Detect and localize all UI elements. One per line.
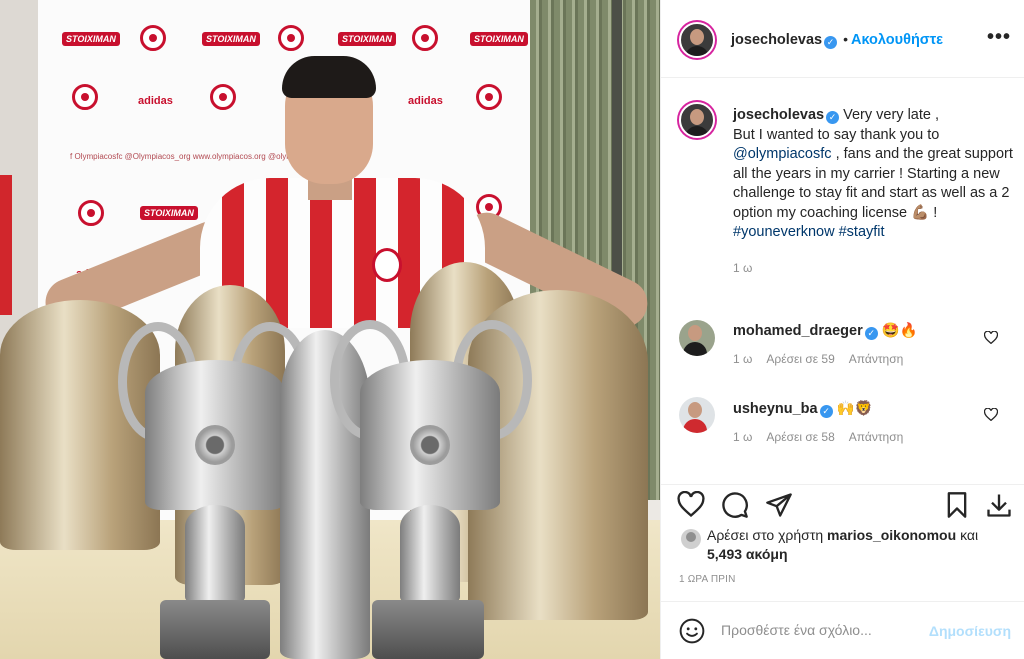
- action-bar: [661, 484, 1024, 524]
- comment-time[interactable]: 1 ω: [733, 430, 752, 444]
- comment-username[interactable]: mohamed_draeger: [733, 323, 863, 339]
- liker-username[interactable]: marios_oikonomou: [827, 527, 956, 543]
- sponsor-logo: STOIXIMAN: [62, 32, 120, 46]
- add-comment-bar: Δημοσίευση: [661, 601, 1024, 659]
- caption-mention-link[interactable]: @olympiacosfc: [733, 146, 832, 162]
- verified-badge-icon: ✓: [824, 36, 838, 49]
- caption-time[interactable]: 1 ω: [733, 259, 1013, 279]
- post-comment-button[interactable]: Δημοσίευση: [929, 623, 1011, 639]
- sponsor-logo: STOIXIMAN: [470, 32, 528, 46]
- caption-text: !: [933, 204, 938, 221]
- sponsor-logo: STOIXIMAN: [140, 206, 198, 220]
- comment-bubble-icon[interactable]: [721, 491, 749, 519]
- club-crest-logo: [278, 25, 304, 51]
- red-strip: [0, 175, 12, 315]
- post-header: josecholevas ✓ • Ακολουθήστε •••: [661, 0, 1024, 78]
- trophy-medal: [410, 425, 450, 465]
- adidas-logo: adidas: [138, 95, 173, 107]
- comment-text: 🙌🦁: [836, 401, 873, 417]
- comment-likes[interactable]: Αρέσει σε 59: [766, 352, 834, 366]
- follow-button[interactable]: Ακολουθήστε: [851, 32, 943, 48]
- comment-meta: 1 ω Αρέσει σε 58 Απάντηση: [733, 430, 993, 444]
- save-bookmark-icon[interactable]: [943, 491, 971, 519]
- caption-text: Very very late ,: [843, 107, 940, 123]
- author-username[interactable]: josecholevas: [731, 32, 822, 48]
- player-hair: [282, 56, 376, 98]
- author-line: josecholevas ✓ • Ακολουθήστε: [731, 31, 943, 49]
- liker-avatar[interactable]: [681, 529, 701, 549]
- comment-like-heart-icon[interactable]: [984, 331, 998, 344]
- comment-like-heart-icon[interactable]: [984, 408, 998, 421]
- comment-likes[interactable]: Αρέσει σε 58: [766, 430, 834, 444]
- sponsor-logo: STOIXIMAN: [202, 32, 260, 46]
- hashtag-link[interactable]: #youneverknow: [733, 224, 835, 240]
- club-crest-logo: [210, 84, 236, 110]
- comment-username[interactable]: usheynu_ba: [733, 401, 818, 417]
- comment-time[interactable]: 1 ω: [733, 352, 752, 366]
- author-avatar[interactable]: [679, 22, 715, 58]
- emoji-smiley-icon[interactable]: [679, 618, 705, 644]
- hashtag-link[interactable]: #stayfit: [839, 224, 885, 240]
- trophy-stem: [185, 505, 245, 605]
- club-crest-logo: [72, 84, 98, 110]
- comment-reply-button[interactable]: Απάντηση: [849, 352, 904, 366]
- post-sidebar: josecholevas ✓ • Ακολουθήστε ••• josecholev…: [660, 0, 1024, 659]
- post-photo[interactable]: STOIXIMAN STOIXIMAN STOIXIMAN STOIXIMAN …: [0, 0, 660, 659]
- post-timestamp[interactable]: 1 ΩΡΑ ΠΡΙΝ: [679, 574, 736, 585]
- comment-item: mohamed_draeger ✓ 🤩🔥 1 ω Αρέσει σε 59 Απάντ…: [733, 322, 993, 366]
- caption-avatar[interactable]: [679, 102, 715, 138]
- likes-prefix: Αρέσει στο χρήστη: [707, 527, 824, 543]
- likes-count[interactable]: 5,493 ακόμη: [707, 546, 788, 562]
- comment-meta: 1 ω Αρέσει σε 59 Απάντηση: [733, 352, 993, 366]
- likes-summary: Αρέσει στο χρήστη marios_oikonomou και 5…: [707, 526, 1017, 564]
- caption-text: But I wanted to say thank you to: [733, 126, 940, 143]
- verified-badge-icon: ✓: [864, 327, 878, 340]
- club-crest-logo: [140, 25, 166, 51]
- adidas-logo: adidas: [408, 95, 443, 107]
- more-options-icon[interactable]: •••: [987, 27, 1011, 47]
- verified-badge-icon: ✓: [826, 111, 840, 124]
- comment-input[interactable]: [721, 622, 921, 638]
- club-crest-logo: [412, 25, 438, 51]
- likes-and: και: [960, 527, 979, 543]
- share-paper-plane-icon[interactable]: [765, 491, 793, 519]
- flexed-biceps-emoji: 💪🏽: [911, 204, 930, 221]
- commenter-avatar[interactable]: [679, 397, 715, 433]
- comment-reply-button[interactable]: Απάντηση: [849, 430, 904, 444]
- verified-badge-icon: ✓: [819, 405, 833, 418]
- jersey-crest: [372, 248, 402, 282]
- sponsor-logo: STOIXIMAN: [338, 32, 396, 46]
- trophy-base: [372, 600, 484, 659]
- commenter-avatar[interactable]: [679, 320, 715, 356]
- like-heart-icon[interactable]: [677, 491, 705, 519]
- comment-text: 🤩🔥: [881, 323, 918, 339]
- club-crest-logo: [476, 84, 502, 110]
- trophy-medal: [195, 425, 235, 465]
- post-caption: josecholevas ✓ Very very late , But I wan…: [733, 106, 1013, 278]
- comment-item: usheynu_ba ✓ 🙌🦁 1 ω Αρέσει σε 58 Απάντηση: [733, 400, 993, 444]
- trophy-stem: [400, 505, 460, 605]
- download-icon[interactable]: [985, 491, 1013, 519]
- caption-username[interactable]: josecholevas: [733, 107, 824, 123]
- trophy-base: [160, 600, 270, 659]
- separator-dot: •: [843, 31, 848, 47]
- club-crest-logo: [78, 200, 104, 226]
